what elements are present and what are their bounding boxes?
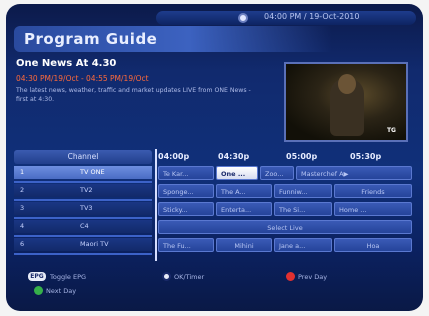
clock-icon <box>238 13 248 23</box>
program-cell[interactable]: Te Kar... <box>158 166 214 180</box>
time-slot-label: 05:30p <box>350 152 382 161</box>
channel-row[interactable]: 1 TV ONE <box>14 166 152 179</box>
program-cell[interactable]: Mihini <box>216 238 272 252</box>
program-cell-selected[interactable]: One ... <box>216 166 258 180</box>
video-preview: TG <box>284 62 408 142</box>
prev-day-label: Prev Day <box>298 273 328 281</box>
channel-number: 2 <box>20 186 25 194</box>
channel-name: C4 <box>80 222 89 230</box>
program-time: 04:30 PM/19/Oct - 04:55 PM/19/Oct <box>16 74 149 83</box>
time-slot-label: 05:00p <box>286 152 318 161</box>
program-cell[interactable]: Sticky... <box>158 202 214 216</box>
preview-figure-head <box>338 74 356 94</box>
program-cell[interactable]: Masterchef A▶ <box>296 166 412 180</box>
program-cell[interactable]: The Fu... <box>158 238 214 252</box>
channel-name: TV3 <box>80 204 93 212</box>
channel-number: 3 <box>20 204 25 212</box>
channel-header-label: Channel <box>67 152 99 161</box>
channel-header: Channel <box>14 150 152 164</box>
channel-number: 4 <box>20 222 25 230</box>
ok-key-icon[interactable] <box>162 272 171 281</box>
time-slot-label: 04:30p <box>218 152 250 161</box>
key-legend: EPG Toggle EPG OK/Timer Prev Day Next Da… <box>14 272 414 302</box>
channel-name: Maori TV <box>80 240 109 248</box>
program-cell[interactable]: The A... <box>216 184 272 198</box>
channel-row[interactable]: 2 TV2 <box>14 184 152 197</box>
channel-logo: TG <box>386 127 396 134</box>
channel-row[interactable]: 4 C4 <box>14 220 152 233</box>
page-title: Program Guide <box>24 30 158 48</box>
next-day-label: Next Day <box>46 287 77 295</box>
program-description: The latest news, weather, traffic and ma… <box>16 87 251 103</box>
channel-name: TV ONE <box>80 168 105 176</box>
divider <box>14 217 152 219</box>
program-cell[interactable]: Jane a... <box>274 238 332 252</box>
channel-row[interactable]: 3 TV3 <box>14 202 152 215</box>
program-cell[interactable]: The Si... <box>274 202 332 216</box>
channel-name: TV2 <box>80 186 93 194</box>
program-cell[interactable]: Funniw... <box>274 184 332 198</box>
divider <box>14 199 152 201</box>
program-info: One News At 4.30 04:30 PM/19/Oct - 04:55… <box>14 54 264 140</box>
program-cell[interactable]: Select Live <box>158 220 412 234</box>
red-key-icon[interactable] <box>286 272 295 281</box>
program-cell[interactable]: Home ... <box>334 202 412 216</box>
program-cell[interactable]: Enterta... <box>216 202 272 216</box>
ok-timer-label: OK/Timer <box>174 273 205 281</box>
channel-number: 6 <box>20 240 25 248</box>
program-cell[interactable]: Zoo... <box>260 166 294 180</box>
program-cell[interactable]: Sponge... <box>158 184 214 198</box>
toggle-epg-label: Toggle EPG <box>50 273 87 281</box>
program-name: One News At 4.30 <box>16 58 117 69</box>
time-slot-label: 04:00p <box>158 152 190 161</box>
divider <box>14 181 152 183</box>
datetime: 04:00 PM / 19-Oct-2010 <box>264 12 360 21</box>
epg-key-icon[interactable]: EPG <box>28 272 46 281</box>
epg-screen: 04:00 PM / 19-Oct-2010 Program Guide One… <box>6 4 423 311</box>
channel-number: 1 <box>20 168 25 176</box>
program-cell[interactable]: Friends <box>334 184 412 198</box>
time-cursor <box>155 149 157 261</box>
title-bar: Program Guide <box>14 26 332 52</box>
divider <box>14 253 152 255</box>
green-key-icon[interactable] <box>34 286 43 295</box>
divider <box>14 235 152 237</box>
program-cell[interactable]: Hoa <box>334 238 412 252</box>
channel-row[interactable]: 6 Maori TV <box>14 238 152 251</box>
status-bar: 04:00 PM / 19-Oct-2010 <box>156 11 416 25</box>
